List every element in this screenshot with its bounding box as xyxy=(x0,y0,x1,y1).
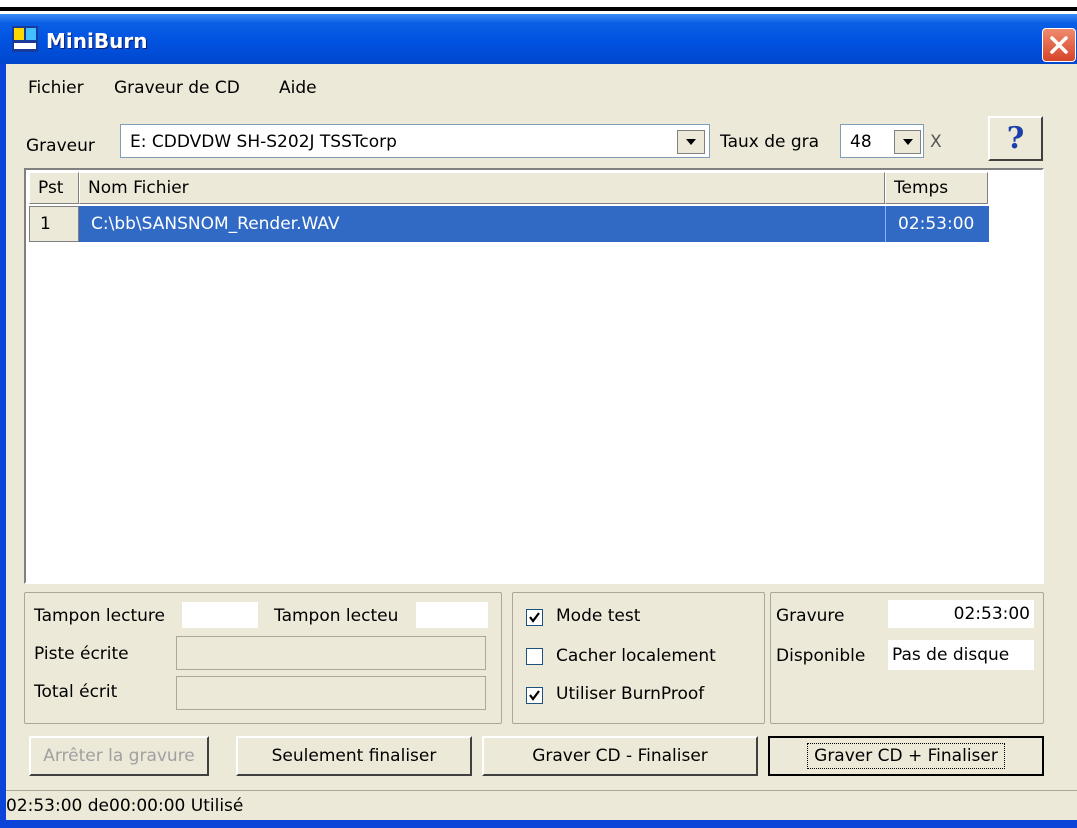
checkmark-icon xyxy=(529,690,540,701)
dropdown-arrow-icon xyxy=(686,139,696,145)
column-header-nom-fichier[interactable]: Nom Fichier xyxy=(79,172,885,204)
speed-select-value: 48 xyxy=(850,132,872,152)
track-written-label: Piste écrite xyxy=(34,644,129,664)
window-title: MiniBurn xyxy=(46,29,148,53)
burnproof-checkbox[interactable] xyxy=(526,687,543,704)
burner-select-value: E: CDDVDW SH-S202J TSSTcorp xyxy=(130,132,397,152)
column-header-pst[interactable]: Pst xyxy=(29,172,79,204)
close-icon xyxy=(1050,36,1068,54)
speed-suffix: X xyxy=(930,132,942,152)
burn-no-finalize-button[interactable]: Graver CD - Finaliser xyxy=(482,736,758,776)
available-label: Disponible xyxy=(776,646,866,666)
menu-graveur-de-cd[interactable]: Graveur de CD xyxy=(114,78,240,98)
burn-finalize-label: Graver CD + Finaliser xyxy=(807,743,1005,769)
close-button[interactable] xyxy=(1042,28,1076,62)
menu-fichier[interactable]: Fichier xyxy=(28,78,84,98)
speed-label: Taux de gra xyxy=(720,132,820,152)
checkmark-icon xyxy=(529,612,540,623)
track-written-progress xyxy=(176,636,486,670)
row-file-cell: C:\bb\SANSNOM_Render.WAV xyxy=(79,206,885,242)
dropdown-arrow-icon xyxy=(902,139,913,145)
finalize-only-button[interactable]: Seulement finaliser xyxy=(236,736,472,776)
mode-test-checkbox[interactable] xyxy=(526,609,543,626)
cache-locally-label[interactable]: Cacher localement xyxy=(556,646,716,666)
app-icon xyxy=(12,26,38,52)
burner-dropdown-button[interactable] xyxy=(677,130,705,154)
read-buffer-value xyxy=(182,602,258,628)
read-buffer-label: Tampon lecture xyxy=(34,606,165,626)
column-header-temps[interactable]: Temps xyxy=(885,172,988,204)
row-pst-cell: 1 xyxy=(29,206,79,242)
help-icon: ? xyxy=(1006,121,1025,156)
burnproof-label[interactable]: Utiliser BurnProof xyxy=(556,684,704,704)
burner-label: Graveur xyxy=(26,136,95,156)
cache-locally-checkbox[interactable] xyxy=(526,648,543,665)
speed-dropdown-button[interactable] xyxy=(894,130,921,154)
total-written-label: Total écrit xyxy=(34,682,118,702)
available-value: Pas de disque xyxy=(888,640,1034,670)
burn-finalize-button[interactable]: Graver CD + Finaliser xyxy=(768,736,1044,776)
menu-aide[interactable]: Aide xyxy=(279,78,317,98)
stop-burn-button[interactable]: Arrêter la gravure xyxy=(29,736,209,776)
status-text: 02:53:00 de00:00:00 Utilisé xyxy=(6,796,244,816)
title-bar[interactable] xyxy=(0,14,1077,64)
writer-buffer-value xyxy=(416,602,488,628)
help-button[interactable]: ? xyxy=(988,116,1043,161)
writer-buffer-label: Tampon lecteu xyxy=(274,606,399,626)
top-border-line xyxy=(0,7,1077,11)
row-time-cell: 02:53:00 xyxy=(885,206,989,242)
burn-time-label: Gravure xyxy=(776,606,845,626)
total-written-progress xyxy=(176,676,486,710)
burn-time-value: 02:53:00 xyxy=(888,600,1034,628)
mode-test-label[interactable]: Mode test xyxy=(556,606,640,626)
